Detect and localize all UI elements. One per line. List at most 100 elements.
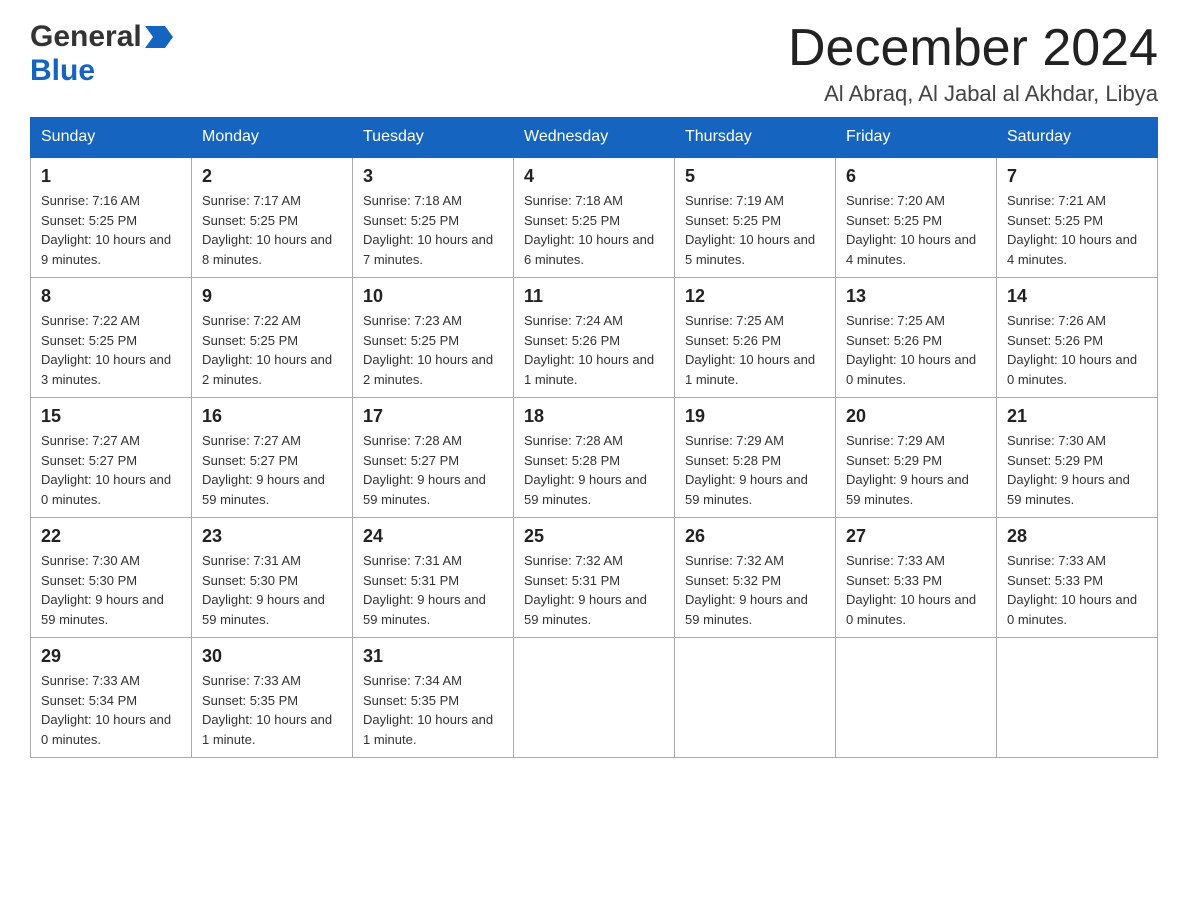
day-info: Sunrise: 7:32 AMSunset: 5:32 PMDaylight:…: [685, 551, 825, 629]
calendar-header-row: Sunday Monday Tuesday Wednesday Thursday…: [31, 118, 1158, 158]
logo-blue: Blue: [30, 54, 95, 88]
day-info: Sunrise: 7:32 AMSunset: 5:31 PMDaylight:…: [524, 551, 664, 629]
day-number: 19: [685, 406, 825, 427]
calendar-day-cell: 3Sunrise: 7:18 AMSunset: 5:25 PMDaylight…: [353, 157, 514, 278]
day-info: Sunrise: 7:22 AMSunset: 5:25 PMDaylight:…: [202, 311, 342, 389]
calendar-day-cell: 24 Sunrise: 7:31 AMSunset: 5:31 PMDayligh…: [353, 518, 514, 638]
day-info: Sunrise: 7:18 AMSunset: 5:25 PMDaylight:…: [524, 191, 664, 269]
logo-general: General: [30, 20, 142, 54]
day-number: 20: [846, 406, 986, 427]
day-info: Sunrise: 7:24 AMSunset: 5:26 PMDaylight:…: [524, 311, 664, 389]
calendar-day-cell: 9 Sunrise: 7:22 AMSunset: 5:25 PMDaylight…: [192, 278, 353, 398]
day-number: 14: [1007, 286, 1147, 307]
calendar-day-cell: 1 Sunrise: 7:16 AMSunset: 5:25 PMDaylight…: [31, 157, 192, 278]
day-number: 1: [41, 166, 181, 187]
day-number: 21: [1007, 406, 1147, 427]
day-number: 15: [41, 406, 181, 427]
day-number: 12: [685, 286, 825, 307]
day-number: 17: [363, 406, 503, 427]
day-info: Sunrise: 7:25 AMSunset: 5:26 PMDaylight:…: [685, 311, 825, 389]
calendar-day-cell: 12 Sunrise: 7:25 AMSunset: 5:26 PMDayligh…: [675, 278, 836, 398]
day-number: 10: [363, 286, 503, 307]
col-wednesday: Wednesday: [514, 118, 675, 158]
day-number: 7: [1007, 166, 1147, 187]
day-number: 8: [41, 286, 181, 307]
day-info: Sunrise: 7:21 AMSunset: 5:25 PMDaylight:…: [1007, 191, 1147, 269]
calendar-day-cell: 21 Sunrise: 7:30 AMSunset: 5:29 PMDayligh…: [997, 398, 1158, 518]
day-number: 26: [685, 526, 825, 547]
calendar-week-row: 29Sunrise: 7:33 AMSunset: 5:34 PMDayligh…: [31, 638, 1158, 758]
day-info: Sunrise: 7:28 AMSunset: 5:28 PMDaylight:…: [524, 431, 664, 509]
day-info: Sunrise: 7:34 AMSunset: 5:35 PMDaylight:…: [363, 671, 503, 749]
day-number: 4: [524, 166, 664, 187]
calendar-table: Sunday Monday Tuesday Wednesday Thursday…: [30, 117, 1158, 758]
day-info: Sunrise: 7:27 AMSunset: 5:27 PMDaylight:…: [41, 431, 181, 509]
day-info: Sunrise: 7:18 AMSunset: 5:25 PMDaylight:…: [363, 191, 503, 269]
day-number: 31: [363, 646, 503, 667]
location-title: Al Abraq, Al Jabal al Akhdar, Libya: [788, 81, 1158, 107]
logo-line1: General: [30, 20, 173, 54]
calendar-day-cell: 27 Sunrise: 7:33 AMSunset: 5:33 PMDayligh…: [836, 518, 997, 638]
day-info: Sunrise: 7:20 AMSunset: 5:25 PMDaylight:…: [846, 191, 986, 269]
day-info: Sunrise: 7:29 AMSunset: 5:29 PMDaylight:…: [846, 431, 986, 509]
calendar-day-cell: 23Sunrise: 7:31 AMSunset: 5:30 PMDayligh…: [192, 518, 353, 638]
calendar-day-cell: 16Sunrise: 7:27 AMSunset: 5:27 PMDayligh…: [192, 398, 353, 518]
day-info: Sunrise: 7:29 AMSunset: 5:28 PMDaylight:…: [685, 431, 825, 509]
col-friday: Friday: [836, 118, 997, 158]
calendar-day-cell: 31 Sunrise: 7:34 AMSunset: 5:35 PMDayligh…: [353, 638, 514, 758]
day-number: 27: [846, 526, 986, 547]
day-info: Sunrise: 7:30 AMSunset: 5:29 PMDaylight:…: [1007, 431, 1147, 509]
calendar-week-row: 8 Sunrise: 7:22 AMSunset: 5:25 PMDaylight…: [31, 278, 1158, 398]
calendar-day-cell: 11Sunrise: 7:24 AMSunset: 5:26 PMDayligh…: [514, 278, 675, 398]
day-info: Sunrise: 7:28 AMSunset: 5:27 PMDaylight:…: [363, 431, 503, 509]
day-number: 9: [202, 286, 342, 307]
calendar-day-cell: 20 Sunrise: 7:29 AMSunset: 5:29 PMDayligh…: [836, 398, 997, 518]
calendar-day-cell: 18Sunrise: 7:28 AMSunset: 5:28 PMDayligh…: [514, 398, 675, 518]
logo-arrow-icon: [145, 26, 173, 48]
calendar-day-cell: 30Sunrise: 7:33 AMSunset: 5:35 PMDayligh…: [192, 638, 353, 758]
col-thursday: Thursday: [675, 118, 836, 158]
calendar-day-cell: 25 Sunrise: 7:32 AMSunset: 5:31 PMDayligh…: [514, 518, 675, 638]
day-info: Sunrise: 7:27 AMSunset: 5:27 PMDaylight:…: [202, 431, 342, 509]
page-header: General Blue December 2024 Al Abraq, Al …: [30, 20, 1158, 107]
day-number: 6: [846, 166, 986, 187]
day-number: 30: [202, 646, 342, 667]
day-number: 5: [685, 166, 825, 187]
day-info: Sunrise: 7:23 AMSunset: 5:25 PMDaylight:…: [363, 311, 503, 389]
day-number: 13: [846, 286, 986, 307]
day-info: Sunrise: 7:33 AMSunset: 5:34 PMDaylight:…: [41, 671, 181, 749]
empty-cell: [514, 638, 675, 758]
calendar-day-cell: 29Sunrise: 7:33 AMSunset: 5:34 PMDayligh…: [31, 638, 192, 758]
col-sunday: Sunday: [31, 118, 192, 158]
calendar-week-row: 22Sunrise: 7:30 AMSunset: 5:30 PMDayligh…: [31, 518, 1158, 638]
calendar-day-cell: 14 Sunrise: 7:26 AMSunset: 5:26 PMDayligh…: [997, 278, 1158, 398]
day-info: Sunrise: 7:33 AMSunset: 5:33 PMDaylight:…: [1007, 551, 1147, 629]
calendar-day-cell: 4 Sunrise: 7:18 AMSunset: 5:25 PMDaylight…: [514, 157, 675, 278]
calendar-day-cell: 19 Sunrise: 7:29 AMSunset: 5:28 PMDayligh…: [675, 398, 836, 518]
col-monday: Monday: [192, 118, 353, 158]
empty-cell: [836, 638, 997, 758]
calendar-day-cell: 2Sunrise: 7:17 AMSunset: 5:25 PMDaylight…: [192, 157, 353, 278]
calendar-day-cell: 15 Sunrise: 7:27 AMSunset: 5:27 PMDayligh…: [31, 398, 192, 518]
calendar-day-cell: 13Sunrise: 7:25 AMSunset: 5:26 PMDayligh…: [836, 278, 997, 398]
logo: General Blue: [30, 20, 173, 88]
empty-cell: [675, 638, 836, 758]
day-number: 24: [363, 526, 503, 547]
calendar-day-cell: 22Sunrise: 7:30 AMSunset: 5:30 PMDayligh…: [31, 518, 192, 638]
empty-cell: [997, 638, 1158, 758]
day-info: Sunrise: 7:16 AMSunset: 5:25 PMDaylight:…: [41, 191, 181, 269]
day-info: Sunrise: 7:26 AMSunset: 5:26 PMDaylight:…: [1007, 311, 1147, 389]
day-number: 25: [524, 526, 664, 547]
col-tuesday: Tuesday: [353, 118, 514, 158]
calendar-day-cell: 17 Sunrise: 7:28 AMSunset: 5:27 PMDayligh…: [353, 398, 514, 518]
calendar-week-row: 15 Sunrise: 7:27 AMSunset: 5:27 PMDayligh…: [31, 398, 1158, 518]
calendar-week-row: 1 Sunrise: 7:16 AMSunset: 5:25 PMDaylight…: [31, 157, 1158, 278]
calendar-day-cell: 8 Sunrise: 7:22 AMSunset: 5:25 PMDaylight…: [31, 278, 192, 398]
day-info: Sunrise: 7:33 AMSunset: 5:33 PMDaylight:…: [846, 551, 986, 629]
day-number: 28: [1007, 526, 1147, 547]
day-number: 2: [202, 166, 342, 187]
day-info: Sunrise: 7:31 AMSunset: 5:31 PMDaylight:…: [363, 551, 503, 629]
calendar-day-cell: 7 Sunrise: 7:21 AMSunset: 5:25 PMDaylight…: [997, 157, 1158, 278]
calendar-day-cell: 5Sunrise: 7:19 AMSunset: 5:25 PMDaylight…: [675, 157, 836, 278]
day-info: Sunrise: 7:22 AMSunset: 5:25 PMDaylight:…: [41, 311, 181, 389]
